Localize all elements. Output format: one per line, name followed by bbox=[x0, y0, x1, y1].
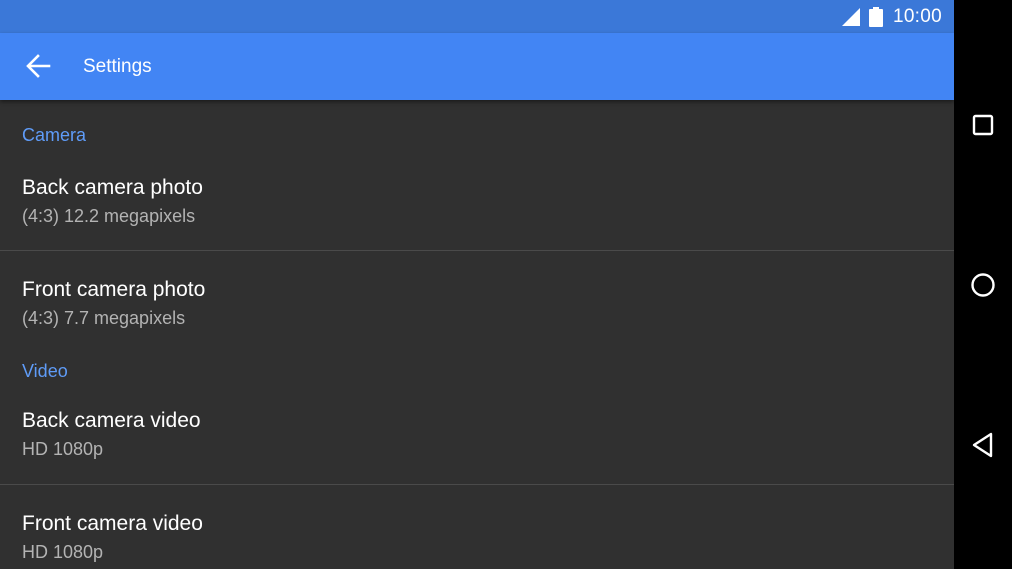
app-bar: Settings bbox=[0, 33, 954, 100]
pref-title: Front camera video bbox=[22, 512, 203, 535]
back-button[interactable] bbox=[14, 42, 62, 90]
recents-icon bbox=[972, 114, 994, 136]
pref-front-camera-photo[interactable]: Front camera photo (4:3) 7.7 megapixels bbox=[0, 251, 954, 343]
settings-list: Camera Back camera photo (4:3) 12.2 mega… bbox=[0, 100, 954, 565]
recents-button[interactable] bbox=[954, 95, 1012, 155]
pref-summary: HD 1080p bbox=[22, 542, 104, 562]
page-title: Settings bbox=[83, 56, 152, 77]
battery-icon bbox=[868, 6, 883, 27]
arrow-back-icon bbox=[26, 54, 51, 78]
back-nav-button[interactable] bbox=[954, 415, 1012, 475]
pref-summary: HD 1080p bbox=[22, 439, 104, 459]
pref-title: Back camera photo bbox=[22, 176, 203, 199]
pref-title: Back camera video bbox=[22, 409, 201, 432]
section-camera: Camera Back camera photo (4:3) 12.2 mega… bbox=[0, 100, 954, 343]
home-icon bbox=[971, 273, 995, 297]
section-header-video: Video bbox=[0, 343, 954, 404]
section-header-label: Camera bbox=[22, 125, 87, 145]
status-icons: 10:00 bbox=[841, 0, 942, 33]
back-icon bbox=[972, 432, 993, 458]
pref-back-camera-video[interactable]: Back camera video HD 1080p bbox=[0, 404, 954, 485]
pref-summary: (4:3) 7.7 megapixels bbox=[22, 308, 186, 328]
navigation-bar bbox=[954, 0, 1012, 569]
status-bar: 10:00 bbox=[0, 0, 954, 33]
pref-front-camera-video[interactable]: Front camera video HD 1080p bbox=[0, 485, 954, 565]
section-header-camera: Camera bbox=[0, 100, 954, 171]
section-video: Video Back camera video HD 1080p Front c… bbox=[0, 343, 954, 565]
home-button[interactable] bbox=[954, 255, 1012, 315]
device-screen: 10:00 Settings Camera Back camera photo … bbox=[0, 0, 954, 569]
cellular-signal-icon bbox=[841, 7, 860, 26]
pref-summary: (4:3) 12.2 megapixels bbox=[22, 206, 196, 226]
pref-title: Front camera photo bbox=[22, 278, 206, 301]
status-time: 10:00 bbox=[892, 5, 942, 27]
pref-back-camera-photo[interactable]: Back camera photo (4:3) 12.2 megapixels bbox=[0, 171, 954, 251]
section-header-label: Video bbox=[22, 361, 68, 381]
